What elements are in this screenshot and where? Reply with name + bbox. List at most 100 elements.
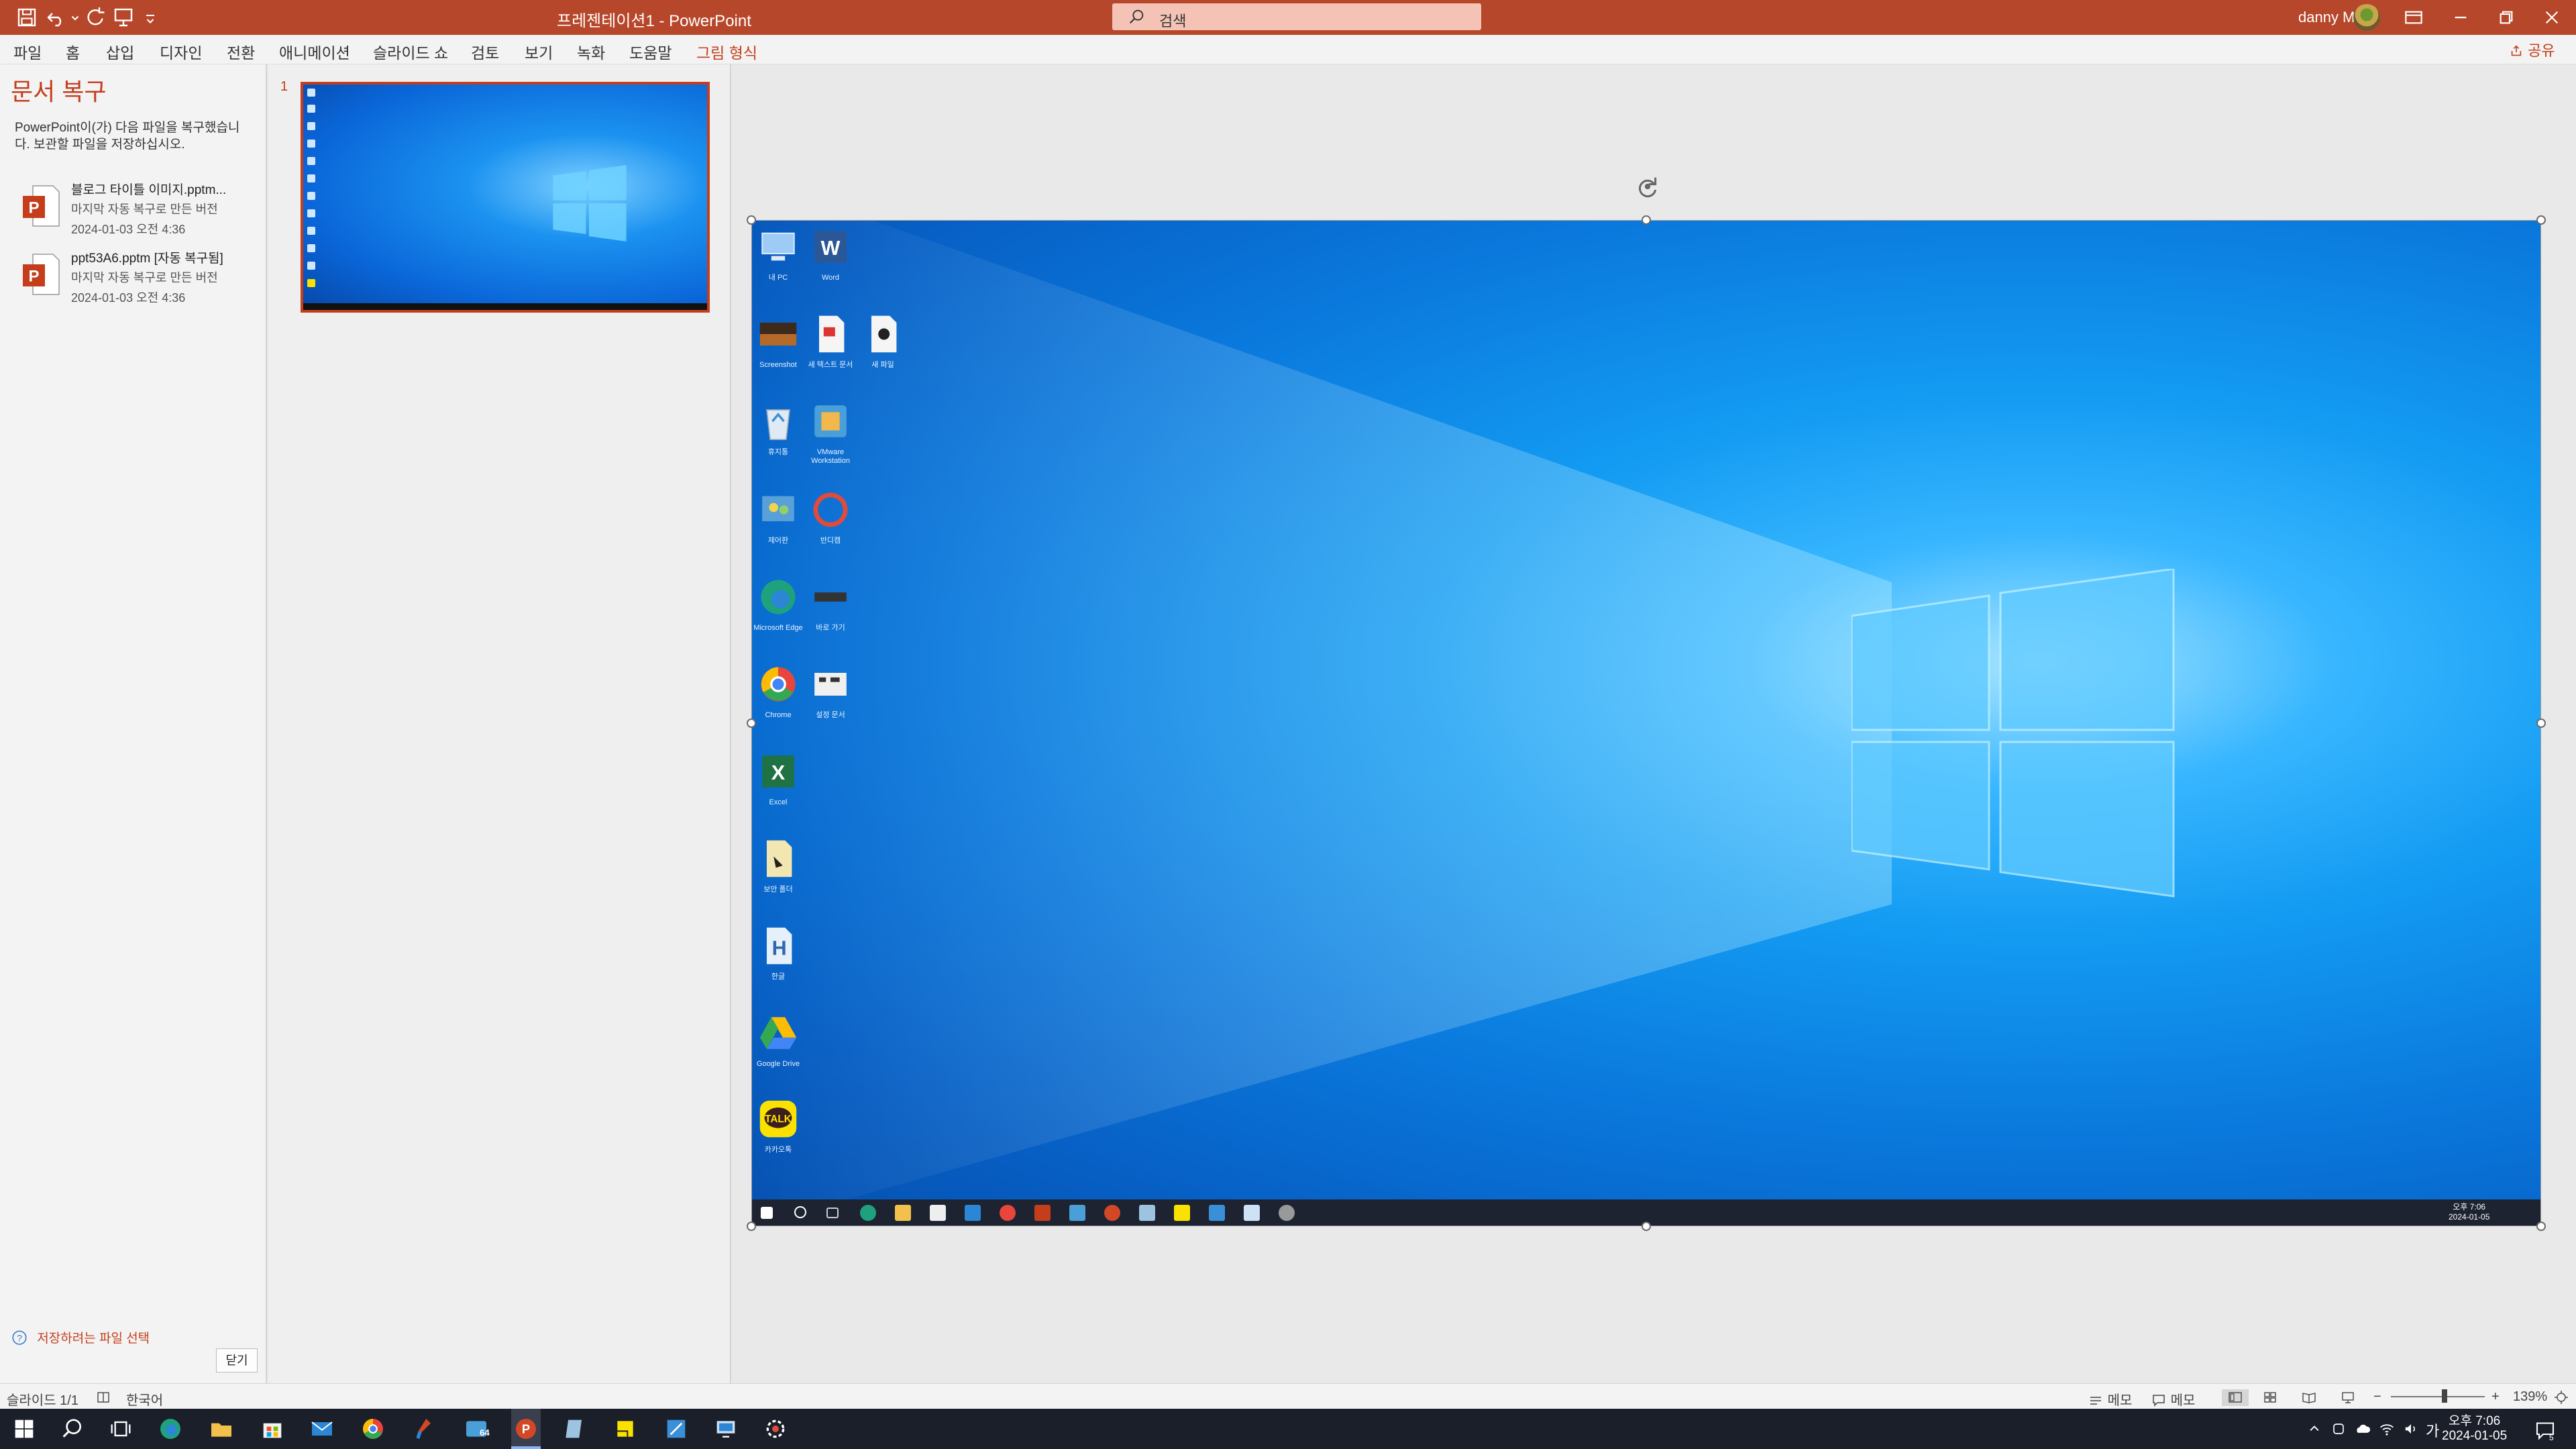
slide-picture[interactable]: 내 PC W Word Screenshot 새 텍스트 문서 새 파일 휴지통… bbox=[751, 220, 2541, 1226]
customize-toolbar-icon[interactable] bbox=[142, 5, 158, 30]
tab-review[interactable]: 검토 bbox=[471, 40, 499, 63]
tab-file[interactable]: 파일 bbox=[13, 40, 42, 63]
avatar[interactable] bbox=[2353, 4, 2380, 31]
taskbar-clock[interactable]: 오후 7:06 2024-01-05 bbox=[2442, 1414, 2507, 1444]
store-icon[interactable] bbox=[259, 1415, 286, 1442]
resize-handle-top-left[interactable] bbox=[747, 215, 756, 225]
file-explorer-icon[interactable] bbox=[208, 1415, 235, 1442]
redo-icon[interactable] bbox=[83, 5, 107, 30]
save-icon[interactable] bbox=[15, 5, 39, 30]
undo-dropdown-icon[interactable] bbox=[70, 5, 80, 30]
resize-handle-top[interactable] bbox=[1642, 215, 1651, 225]
recovered-file-item[interactable]: P ppt53A6.pptm [자동 복구됨] 마지막 자동 복구로 만든 버전… bbox=[20, 248, 262, 315]
sticky-notes-icon[interactable] bbox=[612, 1415, 639, 1442]
task-view-icon[interactable] bbox=[107, 1415, 134, 1442]
chevron-up-icon[interactable] bbox=[2305, 1419, 2324, 1438]
restore-icon[interactable] bbox=[2493, 4, 2520, 31]
powerpoint-icon[interactable]: P bbox=[511, 1409, 541, 1449]
desktop-icon-chrome[interactable]: Chrome bbox=[751, 661, 805, 742]
desktop-icon-word[interactable]: W Word bbox=[804, 224, 857, 305]
mail-icon[interactable] bbox=[309, 1415, 335, 1442]
notes-label: 메모 bbox=[2107, 1393, 2133, 1408]
recovered-file-item[interactable]: P 블로그 타이틀 이미지.pptm... 마지막 자동 복구로 만든 버전 2… bbox=[20, 180, 262, 247]
notes-button[interactable]: 메모 bbox=[2088, 1389, 2132, 1409]
desktop-icon-control-panel[interactable]: 제어판 bbox=[751, 487, 805, 568]
desktop-icon-google-drive[interactable]: Google Drive bbox=[751, 1010, 805, 1091]
notepad-icon[interactable] bbox=[562, 1415, 589, 1442]
fit-to-window-icon[interactable] bbox=[2553, 1389, 2569, 1406]
resize-handle-bottom[interactable] bbox=[1642, 1222, 1651, 1231]
desktop-icon-recycle-bin[interactable]: 휴지통 bbox=[751, 398, 805, 479]
tab-slideshow[interactable]: 슬라이드 쇼 bbox=[373, 40, 448, 63]
search-icon[interactable] bbox=[59, 1415, 86, 1442]
close-recovery-button[interactable]: 닫기 bbox=[216, 1348, 258, 1373]
tab-transitions[interactable]: 전환 bbox=[227, 40, 255, 63]
zoom-slider[interactable] bbox=[2391, 1396, 2485, 1397]
zoom-level[interactable]: 139% bbox=[2513, 1389, 2547, 1405]
resize-handle-bottom-right[interactable] bbox=[2536, 1222, 2546, 1231]
notification-center-icon[interactable]: 5 bbox=[2533, 1418, 2557, 1442]
slideshow-icon[interactable] bbox=[2340, 1389, 2356, 1406]
chrome-icon[interactable] bbox=[360, 1415, 386, 1442]
normal-view-icon[interactable] bbox=[2222, 1389, 2249, 1406]
close-icon[interactable] bbox=[2538, 4, 2565, 31]
tab-home[interactable]: 홈 bbox=[66, 40, 80, 63]
which-file-label: 저장하려는 파일 선택 bbox=[37, 1332, 150, 1346]
comments-button[interactable]: 메모 bbox=[2151, 1389, 2195, 1409]
edge-icon[interactable] bbox=[157, 1415, 184, 1442]
desktop-icon-text-document[interactable]: 새 텍스트 문서 bbox=[804, 311, 857, 392]
paint-brush-icon[interactable] bbox=[411, 1415, 437, 1442]
language-indicator[interactable]: 한국어 bbox=[126, 1389, 163, 1409]
desktop-icon-hangul[interactable]: H 한글 bbox=[751, 923, 805, 1004]
user-name[interactable]: danny M bbox=[2298, 9, 2355, 26]
tab-view[interactable]: 보기 bbox=[525, 40, 553, 63]
desktop-icon-vmware[interactable]: VMware Workstation bbox=[804, 398, 857, 479]
tab-animations[interactable]: 애니메이션 bbox=[279, 40, 350, 63]
onedrive-icon[interactable] bbox=[2353, 1419, 2372, 1438]
share-button[interactable]: 공유 bbox=[2509, 39, 2555, 60]
desktop-icon-bandicam[interactable]: 반디캠 bbox=[804, 487, 857, 568]
snip-icon[interactable] bbox=[663, 1415, 690, 1442]
tab-picture-format[interactable]: 그림 형식 bbox=[696, 40, 757, 63]
tab-help[interactable]: 도움말 bbox=[629, 40, 672, 63]
desktop-icon-shortcut[interactable]: 바로 가기 bbox=[804, 574, 857, 655]
wifi-icon[interactable] bbox=[2377, 1419, 2396, 1438]
slide-thumbnail[interactable] bbox=[301, 82, 710, 313]
undo-icon[interactable] bbox=[44, 5, 68, 30]
reading-view-icon[interactable] bbox=[2301, 1389, 2317, 1406]
minimize-icon[interactable] bbox=[2447, 4, 2474, 31]
presentation-icon[interactable] bbox=[111, 5, 136, 30]
desktop-icon-settings-doc[interactable]: 설정 문서 bbox=[804, 661, 857, 742]
desktop-icon-new-file[interactable]: 새 파일 bbox=[856, 311, 910, 392]
light-beam bbox=[751, 220, 1892, 1226]
which-file-link[interactable]: ? 저장하려는 파일 선택 bbox=[11, 1328, 150, 1346]
vmware-icon[interactable]: 64 bbox=[463, 1415, 490, 1442]
resize-handle-bottom-left[interactable] bbox=[747, 1222, 756, 1231]
tab-design[interactable]: 디자인 bbox=[160, 40, 202, 63]
ribbon-display-options-icon[interactable] bbox=[2400, 4, 2427, 31]
tab-record[interactable]: 녹화 bbox=[577, 40, 605, 63]
network-status-icon[interactable] bbox=[2329, 1419, 2348, 1438]
remote-desktop-icon[interactable] bbox=[712, 1415, 739, 1442]
start-icon[interactable] bbox=[11, 1415, 38, 1442]
resize-handle-left[interactable] bbox=[747, 718, 756, 728]
settings-icon[interactable] bbox=[762, 1415, 789, 1442]
tab-insert[interactable]: 삽입 bbox=[106, 40, 134, 63]
desktop-icon-this-pc[interactable]: 내 PC bbox=[751, 224, 805, 305]
desktop-icon-kakaotalk[interactable]: TALK 카카오톡 bbox=[751, 1096, 805, 1177]
resize-handle-right[interactable] bbox=[2536, 718, 2546, 728]
volume-icon[interactable] bbox=[2402, 1419, 2420, 1438]
slide-sorter-icon[interactable] bbox=[2262, 1389, 2278, 1406]
desktop-icon-secure-folder[interactable]: 보안 폴더 bbox=[751, 836, 805, 916]
ime-indicator[interactable]: 가 bbox=[2426, 1419, 2439, 1441]
zoom-out-icon[interactable]: − bbox=[2373, 1389, 2381, 1405]
search-box[interactable]: 검색 bbox=[1112, 3, 1481, 30]
zoom-in-icon[interactable]: + bbox=[2491, 1389, 2500, 1405]
spellcheck-icon[interactable] bbox=[95, 1389, 111, 1406]
desktop-icon-edge[interactable]: Microsoft Edge bbox=[751, 574, 805, 655]
resize-handle-top-right[interactable] bbox=[2536, 215, 2546, 225]
zoom-slider-thumb[interactable] bbox=[2442, 1389, 2447, 1403]
rotate-handle-icon[interactable] bbox=[1634, 173, 1661, 200]
desktop-icon-excel[interactable]: X Excel bbox=[751, 749, 805, 829]
desktop-icon-screenshot[interactable]: Screenshot bbox=[751, 311, 805, 392]
